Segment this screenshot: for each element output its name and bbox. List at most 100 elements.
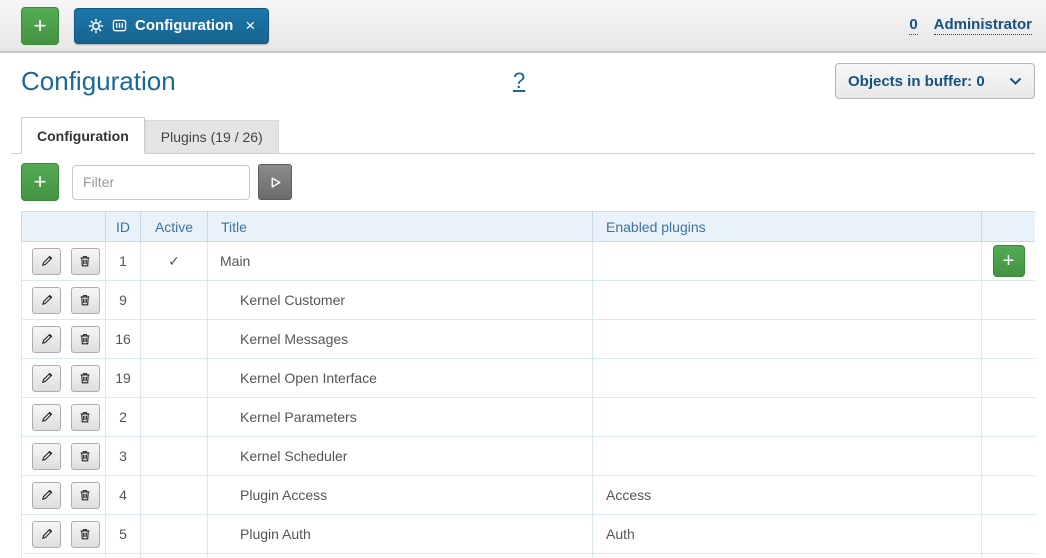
row-title-cell: Kernel Scheduler [207, 436, 593, 476]
table-row-partial[interactable] [21, 553, 1035, 558]
row-id-cell: 16 [105, 319, 141, 359]
add-child-button[interactable]: + [992, 245, 1025, 277]
table-row[interactable]: 16 Kernel Messages [21, 319, 1035, 359]
row-plugins-cell [592, 436, 982, 476]
table-row[interactable]: 19 Kernel Open Interface [21, 358, 1035, 398]
edit-button[interactable] [32, 520, 61, 548]
row-plugins-cell [592, 241, 982, 281]
row-active-cell [140, 475, 208, 515]
trash-icon [78, 293, 92, 307]
tab-configuration[interactable]: Configuration [21, 117, 145, 154]
column-header-add [981, 211, 1035, 242]
toolbar: + [21, 163, 1046, 201]
close-icon[interactable]: × [245, 16, 255, 36]
row-id-cell: 4 [105, 475, 141, 515]
delete-button[interactable] [70, 403, 100, 431]
row-add-cell [981, 358, 1035, 398]
add-config-button[interactable]: + [21, 163, 59, 201]
table-row[interactable]: 2 Kernel Parameters [21, 397, 1035, 437]
edit-button[interactable] [32, 325, 61, 353]
row-id-cell: 5 [105, 514, 141, 554]
row-actions-cell [21, 280, 106, 320]
row-plugins-cell: Access [592, 475, 982, 515]
row-id-cell: 2 [105, 397, 141, 437]
pencil-icon [40, 449, 54, 463]
table-row[interactable]: 1 ✓ Main + [21, 241, 1035, 281]
row-title-cell: Kernel Open Interface [207, 358, 593, 398]
row-title-cell: Plugin Auth [207, 514, 593, 554]
row-title-cell: Kernel Parameters [207, 397, 593, 437]
new-session-button[interactable]: + [21, 6, 59, 45]
row-plugins-cell [592, 319, 982, 359]
pencil-icon [40, 332, 54, 346]
tab-strip: Configuration Plugins (19 / 26) [11, 117, 1035, 154]
config-table-icon [112, 18, 127, 33]
row-add-cell [981, 319, 1035, 359]
buffer-label: Objects in buffer: 0 [848, 72, 985, 90]
trash-icon [78, 488, 92, 502]
delete-button[interactable] [70, 286, 100, 314]
chevron-down-icon [1009, 77, 1022, 86]
page-title: Configuration [21, 66, 176, 96]
delete-button[interactable] [70, 325, 100, 353]
row-active-cell [140, 436, 208, 476]
row-actions-cell [21, 241, 106, 281]
table-row[interactable]: 3 Kernel Scheduler [21, 436, 1035, 476]
row-actions-cell [21, 397, 106, 437]
config-table-wrap: ID Active Title Enabled plugins 1 ✓ Main… [21, 211, 1035, 558]
trash-icon [78, 449, 92, 463]
notifications-count-link[interactable]: 0 [909, 16, 918, 35]
row-id-cell [105, 553, 141, 558]
table-row[interactable]: 9 Kernel Customer [21, 280, 1035, 320]
top-bar: + Configuration × 0 Administrator [0, 0, 1046, 53]
row-add-cell [981, 280, 1035, 320]
help-link[interactable]: ? [513, 68, 525, 94]
tab-plugins[interactable]: Plugins (19 / 26) [144, 120, 279, 153]
row-active-cell: ✓ [140, 241, 208, 281]
submit-triangle-icon [269, 176, 282, 189]
edit-button[interactable] [32, 286, 61, 314]
delete-button[interactable] [70, 364, 100, 392]
trash-icon [78, 254, 92, 268]
row-plugins-cell [592, 553, 982, 558]
row-active-cell [140, 280, 208, 320]
edit-button[interactable] [32, 442, 61, 470]
pencil-icon [40, 410, 54, 424]
row-id-cell: 9 [105, 280, 141, 320]
edit-button[interactable] [32, 481, 61, 509]
table-header-row: ID Active Title Enabled plugins [21, 211, 1035, 242]
delete-button[interactable] [70, 481, 100, 509]
delete-button[interactable] [70, 247, 100, 275]
user-menu-link[interactable]: Administrator [933, 16, 1032, 35]
row-active-cell [140, 397, 208, 437]
row-active-cell [140, 553, 208, 558]
edit-button[interactable] [32, 364, 61, 392]
row-id-cell: 3 [105, 436, 141, 476]
row-id-cell: 1 [105, 241, 141, 281]
filter-input[interactable] [72, 164, 250, 200]
session-tab-configuration[interactable]: Configuration × [74, 7, 270, 44]
table-row[interactable]: 5 Plugin Auth Auth [21, 514, 1035, 554]
pencil-icon [40, 293, 54, 307]
row-actions-cell [21, 553, 106, 558]
row-add-cell: + [981, 241, 1035, 281]
apply-filter-button[interactable] [258, 164, 292, 200]
pencil-icon [40, 488, 54, 502]
row-plugins-cell [592, 280, 982, 320]
page-header: Configuration ? Objects in buffer: 0 [0, 53, 1046, 107]
column-header-enabled-plugins: Enabled plugins [592, 211, 982, 242]
session-tab-label: Configuration [135, 17, 234, 34]
delete-button[interactable] [70, 520, 100, 548]
row-plugins-cell: Auth [592, 514, 982, 554]
objects-in-buffer-dropdown[interactable]: Objects in buffer: 0 [835, 63, 1035, 99]
edit-button[interactable] [32, 403, 61, 431]
column-header-id: ID [105, 211, 141, 242]
column-header-active: Active [140, 211, 208, 242]
table-row[interactable]: 4 Plugin Access Access [21, 475, 1035, 515]
edit-button[interactable] [32, 247, 61, 275]
row-add-cell [981, 514, 1035, 554]
trash-icon [78, 371, 92, 385]
delete-button[interactable] [70, 442, 100, 470]
row-active-cell [140, 358, 208, 398]
row-actions-cell [21, 436, 106, 476]
